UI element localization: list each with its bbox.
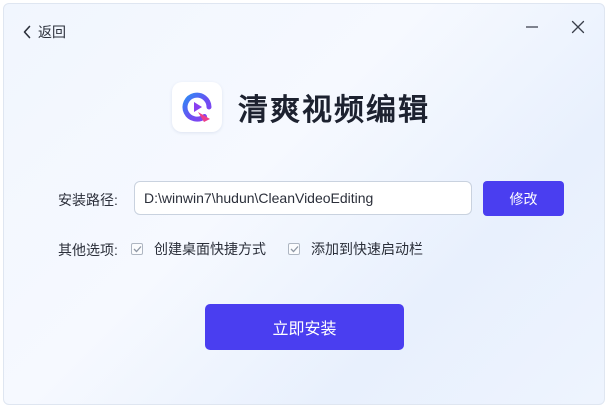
installer-window: 返回 清爽视频编辑 安装路径: D:\winwin7\hudun\CleanVi… (3, 3, 605, 405)
quick-launch-checkbox[interactable] (288, 243, 300, 255)
close-button[interactable] (567, 18, 589, 40)
desktop-shortcut-checkbox[interactable] (131, 243, 143, 255)
quick-launch-option[interactable]: 添加到快速启动栏 (288, 239, 423, 259)
minimize-button[interactable] (521, 18, 543, 40)
desktop-shortcut-option[interactable]: 创建桌面快捷方式 (131, 239, 266, 259)
back-button[interactable]: 返回 (22, 22, 66, 42)
app-logo-icon (172, 82, 222, 132)
install-path-label: 安装路径: (58, 192, 118, 208)
app-brand: 清爽视频编辑 (172, 82, 430, 132)
quick-launch-label: 添加到快速启动栏 (311, 241, 423, 257)
minimize-icon (525, 20, 539, 39)
modify-path-button[interactable]: 修改 (483, 181, 564, 216)
chevron-left-icon (22, 25, 32, 39)
desktop-shortcut-label: 创建桌面快捷方式 (154, 241, 266, 257)
checkmark-icon (133, 246, 141, 253)
install-path-input[interactable] (134, 181, 472, 215)
install-now-button[interactable]: 立即安装 (205, 304, 404, 350)
back-label: 返回 (38, 24, 66, 40)
other-options-label: 其他选项: (58, 242, 118, 258)
close-icon (571, 20, 585, 39)
app-name: 清爽视频编辑 (238, 94, 430, 127)
checkmark-icon (290, 246, 298, 253)
